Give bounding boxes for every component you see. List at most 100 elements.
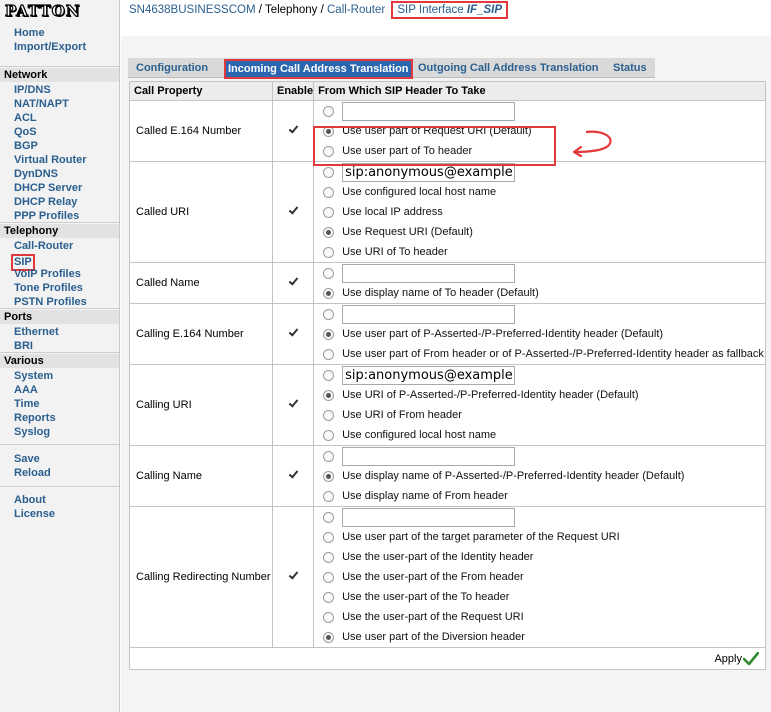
custom-value-input[interactable] [342, 446, 516, 466]
option-label: Use user part of P-Asserted-/P-Preferred… [342, 328, 664, 340]
sidebar-item-reload[interactable]: Reload [14, 467, 51, 480]
breadcrumb-call-router[interactable]: Call-Router [327, 4, 385, 16]
radio-button[interactable] [323, 246, 335, 258]
sidebar-item-save[interactable]: Save [14, 453, 40, 466]
radio-button[interactable] [323, 591, 335, 603]
sidebar-item-ip-dns[interactable]: IP/DNS [14, 84, 51, 97]
option-label: Use display name of To header (Default) [342, 287, 539, 299]
radio-button[interactable] [323, 571, 335, 583]
radio-button[interactable] [323, 226, 335, 238]
sidebar-item-virtual-router[interactable]: Virtual Router [14, 154, 87, 167]
breadcrumb-interface-name: IF_SIP [466, 4, 503, 16]
radio-button[interactable] [323, 511, 335, 523]
tab-outgoing-call-address-translation[interactable]: Outgoing Call Address Translation [418, 61, 599, 75]
radio-button[interactable] [323, 206, 335, 218]
translation-table: Call Property Enable From Which SIP Head… [129, 81, 766, 648]
custom-value-input[interactable]: sip:anonymous@example.cc [342, 365, 516, 385]
enable-checkbox[interactable] [288, 276, 299, 287]
sidebar-item-acl[interactable]: ACL [14, 112, 37, 125]
sidebar-item-syslog[interactable]: Syslog [14, 426, 50, 439]
radio-button[interactable] [323, 450, 335, 462]
call-property-called-uri: Called URI [129, 161, 273, 263]
tab-incoming-call-address-translation[interactable]: Incoming Call Address Translation [224, 59, 413, 79]
sidebar-item-dhcp-server[interactable]: DHCP Server [14, 182, 82, 195]
sidebar-item-nat-napt[interactable]: NAT/NAPT [14, 98, 69, 111]
radio-button[interactable] [323, 308, 335, 320]
enable-checkbox[interactable] [288, 205, 299, 216]
call-property-calling-name: Calling Name [129, 445, 273, 507]
option-row: Use URI of To header [314, 242, 765, 262]
breadcrumb-current-highlight: SIP Interface IF_SIP [391, 1, 509, 19]
radio-button[interactable] [323, 631, 335, 643]
sidebar-item-reports[interactable]: Reports [14, 412, 56, 425]
custom-value-input[interactable] [342, 263, 516, 283]
sidebar-item-qos[interactable]: QoS [14, 126, 37, 139]
enable-checkbox[interactable] [288, 570, 299, 581]
radio-button[interactable] [323, 186, 335, 198]
option-row: Use display name of To header (Default) [314, 283, 765, 303]
sidebar-item-system[interactable]: System [14, 370, 53, 383]
radio-button[interactable] [323, 287, 335, 299]
enable-checkbox[interactable] [288, 327, 299, 338]
sidebar-item-dhcp-relay[interactable]: DHCP Relay [14, 196, 77, 209]
sidebar: PATTON Home Import/Export Network IP/DNS NAT… [0, 0, 120, 712]
sidebar-item-ethernet[interactable]: Ethernet [14, 326, 59, 339]
sidebar-item-home[interactable]: Home [14, 27, 45, 40]
radio-button[interactable] [323, 369, 335, 381]
tab-configuration[interactable]: Configuration [136, 61, 208, 75]
call-property-called-name: Called Name [129, 262, 273, 304]
enable-cell [271, 445, 315, 507]
sidebar-item-import-export[interactable]: Import/Export [14, 41, 86, 54]
custom-value-input[interactable] [342, 101, 516, 121]
radio-button[interactable] [323, 490, 335, 502]
breadcrumb: SN4638BUSINESSCOM / Telephony / Call-Rou… [129, 1, 509, 19]
option-label: Use URI of To header [342, 246, 448, 258]
option-label: Use Request URI (Default) [342, 226, 473, 238]
radio-button[interactable] [323, 429, 335, 441]
sidebar-item-bgp[interactable]: BGP [14, 140, 38, 153]
col-call-property: Call Property [129, 81, 273, 101]
sidebar-item-call-router[interactable]: Call-Router [14, 240, 73, 253]
radio-button[interactable] [323, 348, 335, 360]
col-sip-header: From Which SIP Header To Take [313, 81, 766, 101]
header-options: Use display name of To header (Default) [313, 262, 766, 304]
enable-cell [271, 100, 315, 162]
radio-button[interactable] [323, 409, 335, 421]
radio-button[interactable] [323, 328, 335, 340]
footer-bar: Apply [129, 648, 766, 670]
option-row: Use local IP address [314, 202, 765, 222]
sidebar-item-tone-profiles[interactable]: Tone Profiles [14, 282, 83, 295]
option-row: Use URI of From header [314, 405, 765, 425]
custom-value-input[interactable] [342, 507, 516, 527]
sidebar-item-voip-profiles[interactable]: VoIP Profiles [14, 268, 81, 281]
header-options: Use user part of P-Asserted-/P-Preferred… [313, 303, 766, 365]
option-row: Use user part of the target parameter of… [314, 527, 765, 547]
enable-checkbox[interactable] [288, 398, 299, 409]
radio-button[interactable] [323, 611, 335, 623]
call-property-calling-uri: Calling URI [129, 364, 273, 446]
tab-status[interactable]: Status [613, 61, 647, 75]
radio-button[interactable] [323, 105, 335, 117]
radio-button[interactable] [323, 389, 335, 401]
breadcrumb-sip-interface: SIP Interface [397, 4, 464, 16]
option-label: Use user part of the Diversion header [342, 631, 525, 643]
enable-checkbox[interactable] [288, 469, 299, 480]
radio-button[interactable] [323, 551, 335, 563]
sidebar-item-about[interactable]: About [14, 494, 46, 507]
breadcrumb-device[interactable]: SN4638BUSINESSCOM [129, 4, 256, 16]
radio-button[interactable] [323, 166, 335, 178]
radio-button[interactable] [323, 531, 335, 543]
enable-cell [271, 262, 315, 304]
option-row: Use the user-part of the To header [314, 587, 765, 607]
radio-button[interactable] [323, 470, 335, 482]
custom-value-input[interactable] [342, 304, 516, 324]
sidebar-item-aaa[interactable]: AAA [14, 384, 38, 397]
sidebar-item-license[interactable]: License [14, 508, 55, 521]
radio-button[interactable] [323, 267, 335, 279]
call-property-calling-e-164-number: Calling E.164 Number [129, 303, 273, 365]
sidebar-item-time[interactable]: Time [14, 398, 39, 411]
apply-button[interactable]: Apply [714, 652, 759, 666]
sidebar-item-dyndns[interactable]: DynDNS [14, 168, 58, 181]
checkmark-icon [743, 652, 759, 666]
enable-checkbox[interactable] [288, 124, 299, 135]
